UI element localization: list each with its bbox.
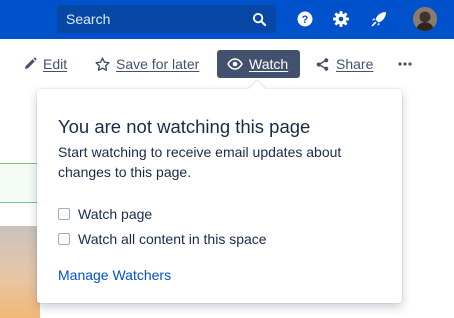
search-icon[interactable] [252, 12, 267, 27]
search-placeholder: Search [66, 11, 111, 27]
page-content-panel [0, 163, 40, 203]
top-navigation-bar: Search ? [0, 0, 454, 39]
pencil-icon [25, 57, 37, 69]
manage-watchers-link[interactable]: Manage Watchers [58, 267, 171, 283]
svg-text:?: ? [302, 14, 309, 26]
more-icon [398, 62, 412, 66]
watch-popup: You are not watching this page Start wat… [37, 89, 402, 303]
watch-button[interactable]: Watch [217, 50, 300, 78]
edit-label: Edit [43, 56, 68, 72]
watch-page-option[interactable]: Watch page [58, 206, 152, 222]
watch-page-checkbox[interactable] [58, 208, 70, 220]
watch-space-label: Watch all content in this space [78, 231, 267, 247]
share-icon [316, 57, 329, 71]
watch-space-checkbox[interactable] [58, 233, 70, 245]
watch-space-option[interactable]: Watch all content in this space [58, 231, 267, 247]
share-label: Share [336, 56, 374, 72]
help-icon[interactable]: ? [296, 10, 314, 28]
notifications-icon[interactable] [370, 10, 388, 28]
more-actions-button[interactable] [398, 50, 418, 78]
watch-label: Watch [249, 56, 289, 72]
page-content-image [0, 226, 40, 318]
watch-page-label: Watch page [78, 206, 153, 222]
popup-description: Start watching to receive email updates … [58, 144, 342, 180]
eye-icon [227, 58, 243, 70]
share-button[interactable]: Share [315, 50, 373, 78]
popup-title: You are not watching this page [58, 116, 311, 137]
settings-icon[interactable] [332, 10, 350, 28]
save-for-later-button[interactable]: Save for later [95, 50, 199, 78]
avatar[interactable] [413, 7, 437, 31]
star-icon [95, 56, 110, 71]
save-for-later-label: Save for later [116, 56, 200, 72]
search-input[interactable]: Search [57, 5, 276, 33]
edit-button[interactable]: Edit [23, 50, 67, 78]
